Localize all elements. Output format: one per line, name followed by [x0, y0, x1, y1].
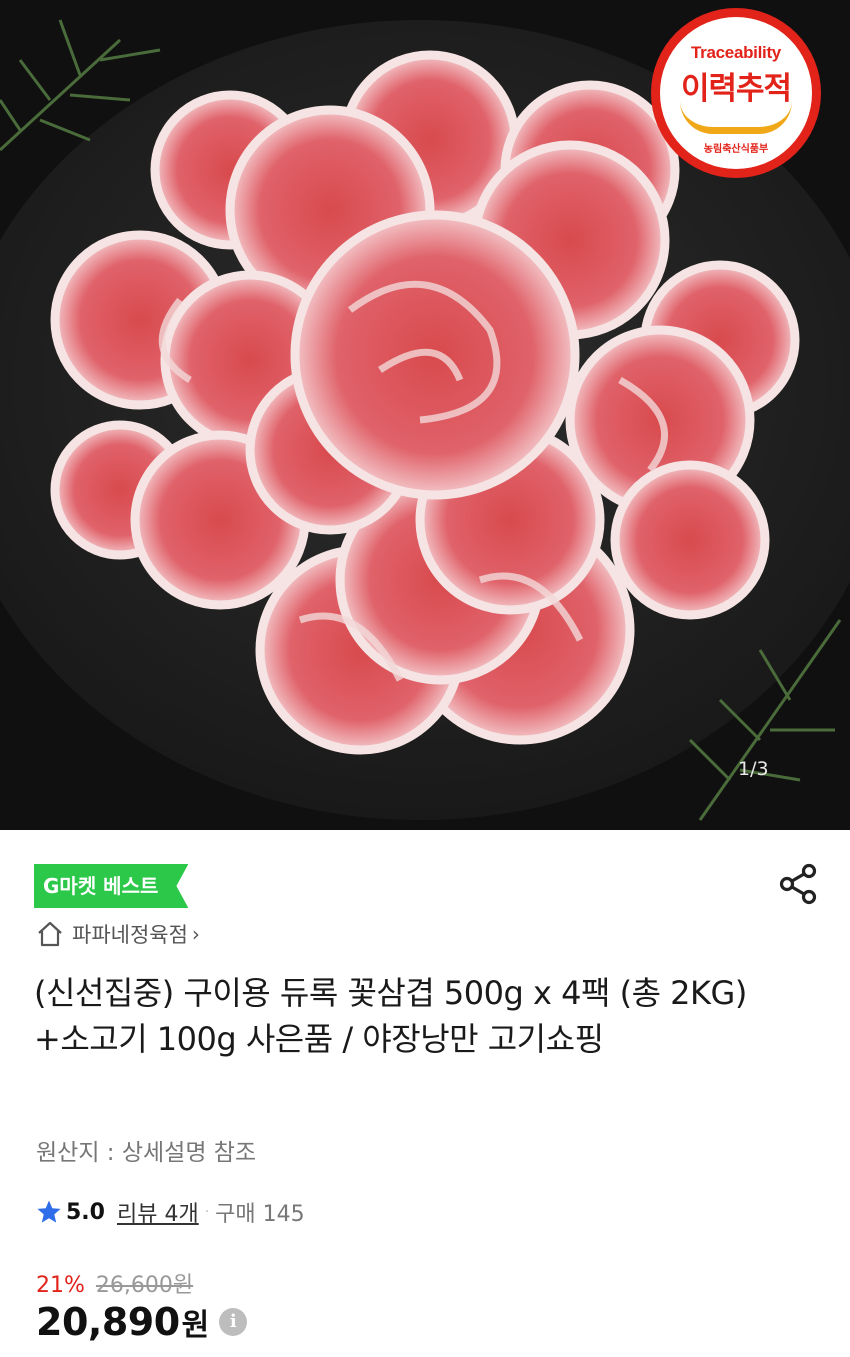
home-icon — [38, 921, 62, 947]
discount-row: 21% 26,600원 — [36, 1267, 193, 1299]
share-icon[interactable] — [778, 862, 820, 906]
rating-score: 5.0 — [66, 1199, 105, 1225]
gmarket-best-badge: G마켓 베스트 — [34, 864, 188, 908]
price-unit: 원 — [181, 1308, 210, 1343]
star-icon — [37, 1200, 61, 1223]
price-row: 20,890 원 i — [36, 1300, 248, 1344]
original-price: 26,600원 — [95, 1273, 194, 1298]
sale-price: 20,890 — [36, 1300, 180, 1344]
origin-text: 원산지 : 상세설명 참조 — [36, 1140, 257, 1166]
chevron-right-icon: › — [191, 922, 200, 946]
badge-english-text: Traceability — [691, 43, 781, 62]
product-title: (신선집중) 구이용 듀록 꽃삼겹 500g x 4팩 (총 2KG) +소고기… — [34, 974, 747, 1058]
store-name: 파파네정육점 — [72, 923, 188, 947]
product-image-carousel[interactable]: Traceability 이력추적 농림축산식품부 1/3 — [0, 0, 850, 830]
badge-ministry-text: 농림축산식품부 — [703, 144, 769, 155]
image-counter: 1/3 — [738, 758, 769, 780]
separator-dot: · — [204, 1204, 210, 1220]
traceability-badge: Traceability 이력추적 농림축산식품부 — [651, 8, 821, 178]
review-link[interactable]: 리뷰 4개 — [117, 1196, 199, 1228]
info-icon[interactable]: i — [219, 1308, 248, 1336]
purchase-count: 구매 145 — [215, 1202, 305, 1227]
store-link[interactable]: 파파네정육점 › — [36, 918, 200, 950]
rating-row: 5.0 리뷰 4개 · 구매 145 — [36, 1196, 305, 1228]
discount-percent: 21% — [36, 1273, 85, 1298]
badge-arc — [680, 101, 792, 134]
